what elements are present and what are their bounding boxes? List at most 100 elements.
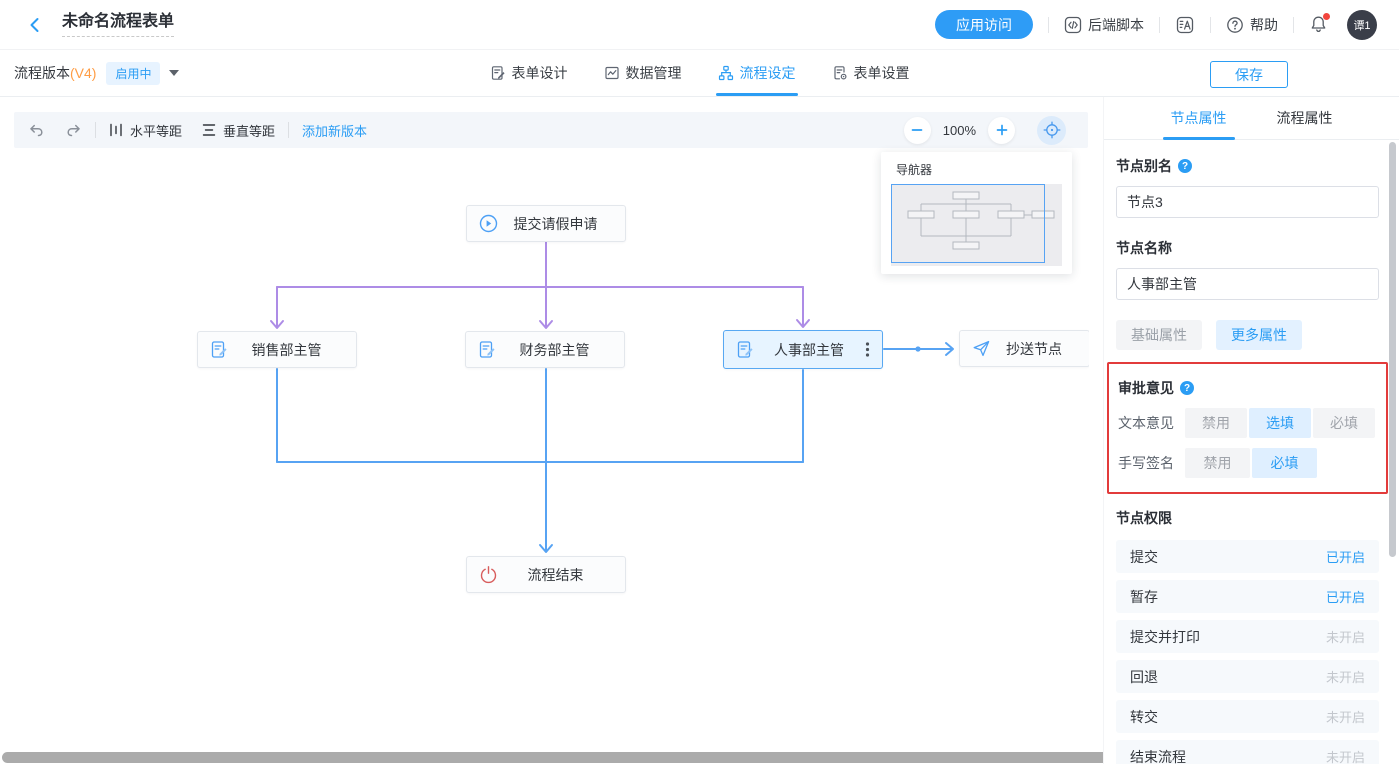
approval-node-icon [736,340,755,359]
property-group-buttons: 基础属性 更多属性 [1116,320,1379,350]
header-actions: 应用访问 后端脚本 帮助 [935,10,1377,40]
permission-status: 未开启 [1326,747,1365,764]
cc-node-icon [972,339,991,358]
permission-row-save-draft[interactable]: 暂存 已开启 [1116,580,1379,613]
node-label: 流程结束 [498,565,613,585]
backend-script-button[interactable]: 后端脚本 [1064,15,1144,35]
node-label: 人事部主管 [755,340,863,360]
more-properties-button[interactable]: 更多属性 [1216,320,1302,350]
permission-label: 回退 [1130,667,1158,687]
divider [1048,17,1049,33]
permission-row-rollback[interactable]: 回退 未开启 [1116,660,1379,693]
properties-panel: 节点属性 流程属性 节点别名 ? 节点名称 基础属性 更多属性 审批意见 ? [1103,97,1399,764]
end-icon [479,565,498,584]
dictionary-icon[interactable] [1175,15,1195,35]
locate-center-button[interactable] [1037,116,1066,145]
back-button[interactable] [26,16,44,34]
node-end[interactable]: 流程结束 [466,556,626,593]
signature-disable-button[interactable]: 禁用 [1185,448,1250,478]
permission-row-submit-print[interactable]: 提交并打印 未开启 [1116,620,1379,653]
node-start[interactable]: 提交请假申请 [466,205,626,242]
approval-opinion-title-row: 审批意见 ? [1118,378,1377,398]
tab-label: 流程设定 [740,63,796,83]
permission-status: 已开启 [1326,547,1365,566]
signature-label: 手写签名 [1118,453,1185,473]
horizontal-spacing-icon [109,123,123,137]
flow-canvas[interactable]: 水平等距 垂直等距 添加新版本 100% 提 [0,97,1089,764]
version-group: 流程版本 (V4) 启用中 [14,50,179,96]
vertical-spacing-button[interactable]: 垂直等距 [202,121,275,140]
permission-row-submit[interactable]: 提交 已开启 [1116,540,1379,573]
notification-dot [1323,13,1330,20]
panel-tabs: 节点属性 流程属性 [1104,97,1399,140]
node-name-input[interactable] [1116,268,1379,300]
tab-flow-settings[interactable]: 流程设定 [718,50,796,96]
navigator-panel: 导航器 [881,152,1072,274]
node-approver-hr-selected[interactable]: 人事部主管 [723,330,883,369]
minus-icon [910,123,924,137]
permission-status: 未开启 [1326,707,1365,726]
vertical-scrollbar[interactable] [1389,142,1396,557]
backend-script-label: 后端脚本 [1088,15,1144,35]
node-alias-label-row: 节点别名 ? [1116,156,1379,176]
signature-required-button[interactable]: 必填 [1252,448,1317,478]
text-opinion-required-button[interactable]: 必填 [1313,408,1375,438]
permission-row-transfer[interactable]: 转交 未开启 [1116,700,1379,733]
node-cc[interactable]: 抄送节点 [959,330,1089,367]
help-question-icon[interactable]: ? [1178,159,1192,173]
text-opinion-disable-button[interactable]: 禁用 [1185,408,1247,438]
vertical-spacing-icon [202,123,216,137]
notification-bell-button[interactable] [1309,15,1328,34]
help-icon [1226,16,1244,34]
node-approver-finance[interactable]: 财务部主管 [465,331,625,368]
node-label: 抄送节点 [991,339,1077,359]
add-new-version-link[interactable]: 添加新版本 [302,121,367,140]
tab-data-management[interactable]: 数据管理 [604,50,682,96]
text-opinion-optional-button[interactable]: 选填 [1249,408,1311,438]
chevron-left-icon [26,16,44,34]
status-badge: 启用中 [106,62,160,85]
page-title: 未命名流程表单 [62,13,174,37]
permission-status: 未开启 [1326,667,1365,686]
signature-row: 手写签名 禁用 必填 [1118,448,1377,478]
node-alias-input[interactable] [1116,186,1379,218]
help-question-icon[interactable]: ? [1180,381,1194,395]
undo-button[interactable] [28,122,45,139]
node-label: 销售部主管 [229,340,344,360]
tab-form-settings[interactable]: 表单设置 [832,50,910,96]
plus-icon [995,123,1009,137]
node-menu-button[interactable] [865,341,870,358]
redo-button[interactable] [65,122,82,139]
flow-settings-icon [718,65,734,81]
navigator-minimap[interactable] [891,184,1062,266]
app-access-button[interactable]: 应用访问 [935,10,1033,39]
top-header: 未命名流程表单 应用访问 后端脚本 帮助 [0,0,1399,50]
divider [288,122,289,138]
permission-status: 已开启 [1326,587,1365,606]
text-opinion-row: 文本意见 禁用 选填 必填 [1118,408,1377,438]
horizontal-scrollbar[interactable] [2,752,1150,763]
minimap-viewport[interactable] [891,184,1045,263]
divider [95,122,96,138]
zoom-in-button[interactable] [988,117,1015,144]
tab-node-properties[interactable]: 节点属性 [1171,97,1227,139]
help-button[interactable]: 帮助 [1226,15,1278,35]
tab-form-design[interactable]: 表单设计 [490,50,568,96]
form-design-icon [490,65,506,81]
node-approver-sales[interactable]: 销售部主管 [197,331,357,368]
tab-flow-properties[interactable]: 流程属性 [1277,97,1333,139]
avatar[interactable]: 谭1 [1347,10,1377,40]
zoom-level: 100% [943,123,976,138]
save-button[interactable]: 保存 [1210,61,1288,88]
basic-properties-button[interactable]: 基础属性 [1116,320,1202,350]
zoom-out-button[interactable] [904,117,931,144]
version-dropdown-caret[interactable] [169,70,179,76]
approval-opinion-title: 审批意见 [1118,378,1174,398]
data-management-icon [604,65,620,81]
horizontal-spacing-button[interactable]: 水平等距 [109,121,182,140]
approval-opinion-highlight: 审批意见 ? 文本意见 禁用 选填 必填 手写签名 禁用 必填 [1107,362,1388,494]
text-opinion-label: 文本意见 [1118,413,1185,433]
tab-label: 表单设计 [512,63,568,83]
permission-row-end-flow[interactable]: 结束流程 未开启 [1116,740,1379,764]
node-label: 提交请假申请 [498,214,613,234]
